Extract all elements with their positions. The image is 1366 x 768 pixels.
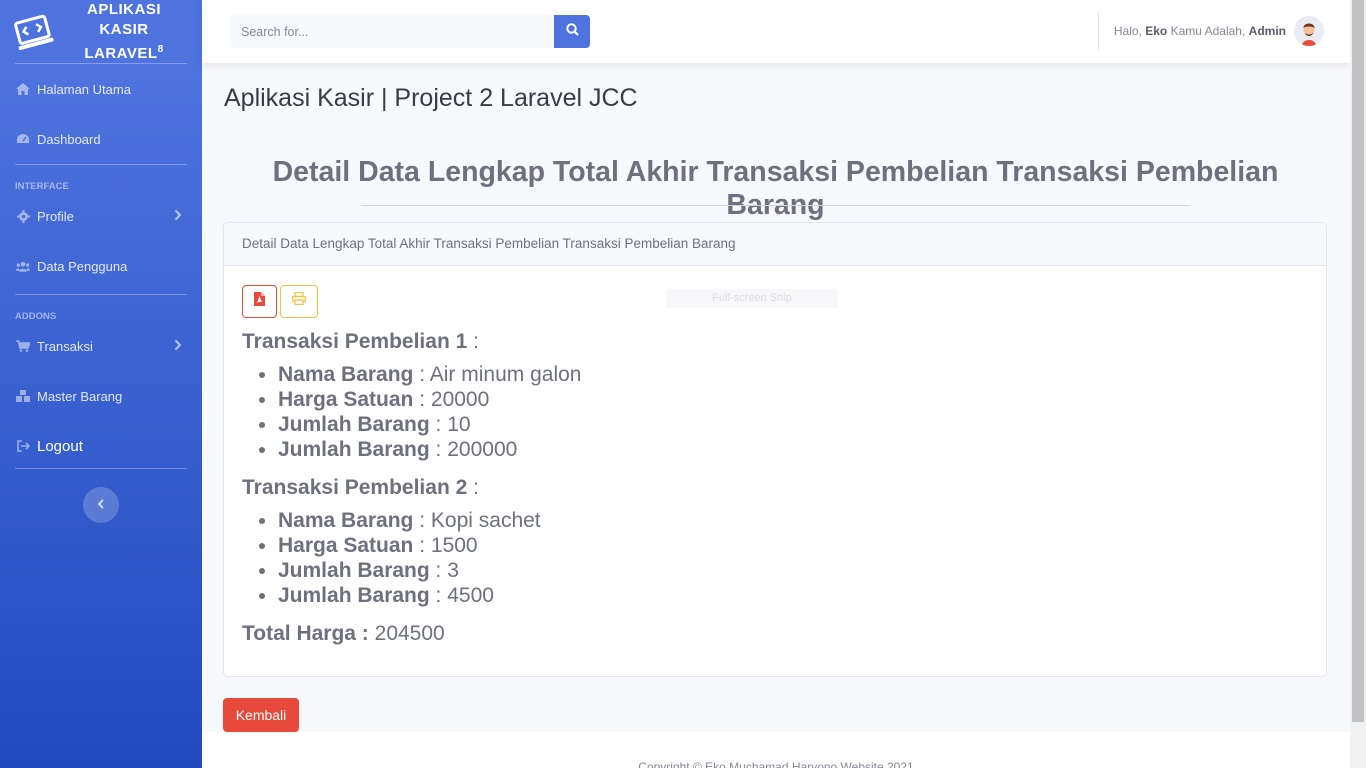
sidebar-item-master-barang[interactable]: Master Barang xyxy=(0,368,202,424)
transaction-detail-list: Nama Barang : Air minum galon Harga Satu… xyxy=(242,362,1308,462)
search-icon xyxy=(565,22,579,41)
sidebar-item-logout[interactable]: Logout xyxy=(0,424,202,468)
page-title: Aplikasi Kasir | Project 2 Laravel JCC xyxy=(224,84,638,112)
transaction-title: Transaksi Pembelian 2 : xyxy=(242,476,479,499)
sidebar-heading-addons: ADDONS xyxy=(15,311,57,322)
topbar: Halo, Eko Kamu Adalah, Admin xyxy=(202,0,1350,63)
sidebar-item-label: Halaman Utama xyxy=(37,81,131,97)
title-divider xyxy=(361,205,1189,206)
user-role: Admin xyxy=(1248,24,1286,38)
user-name: Eko xyxy=(1145,24,1168,38)
sidebar-item-transaksi[interactable]: Transaksi xyxy=(0,324,202,368)
copyright-text: Copyright © Eko Muchamad Haryono Website… xyxy=(638,760,914,768)
sign-out-icon xyxy=(16,439,30,453)
greeting-prefix: Halo, xyxy=(1113,24,1142,38)
file-pdf-icon xyxy=(254,291,265,311)
sidebar-item-label: Dashboard xyxy=(37,131,101,147)
total-price: Total Harga : 204500 xyxy=(242,622,445,645)
action-buttons: Full-screen Snip xyxy=(242,284,1308,318)
cart-icon xyxy=(16,339,30,353)
topbar-divider xyxy=(1098,12,1099,50)
list-item: Jumlah Barang : 4500 xyxy=(278,583,1308,608)
sidebar-toggle-button[interactable] xyxy=(83,487,119,523)
sidebar-divider xyxy=(15,468,187,469)
sidebar-item-label: Master Barang xyxy=(37,388,123,404)
list-item: Jumlah Barang : 10 xyxy=(278,412,1308,437)
sidebar-item-label: Data Pengguna xyxy=(37,258,128,274)
back-button[interactable]: Kembali xyxy=(223,698,299,732)
sidebar-item-halaman-utama[interactable]: Halaman Utama xyxy=(0,64,202,114)
card-header: Detail Data Lengkap Total Akhir Transaks… xyxy=(224,223,1326,266)
detail-card: Detail Data Lengkap Total Akhir Transaks… xyxy=(223,222,1327,677)
list-item: Jumlah Barang : 200000 xyxy=(278,437,1308,462)
avatar[interactable] xyxy=(1294,16,1324,46)
home-icon xyxy=(16,82,30,96)
laptop-code-icon xyxy=(14,12,54,52)
user-dropdown[interactable]: Halo, Eko Kamu Adalah, Admin xyxy=(1114,16,1324,46)
transaction-title: Transaksi Pembelian 1 : xyxy=(242,330,479,353)
detail-title: Detail Data Lengkap Total Akhir Transaks… xyxy=(272,156,1279,221)
transaction-detail-list: Nama Barang : Kopi sachet Harga Satuan :… xyxy=(242,508,1308,608)
sidebar-item-label: Profile xyxy=(37,208,74,224)
gear-icon xyxy=(16,209,30,223)
sidebar-item-profile[interactable]: Profile xyxy=(0,194,202,238)
footer: Copyright © Eko Muchamad Haryono Website… xyxy=(202,732,1350,768)
scrollbar-thumb[interactable] xyxy=(1352,0,1364,722)
cubes-icon xyxy=(16,389,30,403)
chevron-right-icon xyxy=(174,209,184,223)
sidebar: APLIKASI KASIR LARAVEL8 Halaman Utama Da… xyxy=(0,0,202,768)
sidebar-heading-interface: INTERFACE xyxy=(15,181,69,192)
export-pdf-button[interactable] xyxy=(242,284,277,318)
sidebar-item-label: Transaksi xyxy=(37,338,93,354)
brand-title: APLIKASI KASIR LARAVEL8 xyxy=(84,0,164,62)
page-scrollbar[interactable] xyxy=(1350,0,1366,768)
role-prefix: Kamu Adalah, xyxy=(1170,24,1246,38)
sidebar-item-data-pengguna[interactable]: Data Pengguna xyxy=(0,238,202,294)
print-button[interactable] xyxy=(280,284,318,318)
card-body: Full-screen Snip Transaksi Pembelian 1 :… xyxy=(224,266,1326,664)
list-item: Nama Barang : Air minum galon xyxy=(278,362,1308,387)
fullscreen-snip-overlay: Full-screen Snip xyxy=(666,289,838,308)
search-bar xyxy=(230,15,590,48)
list-item: Harga Satuan : 1500 xyxy=(278,533,1308,558)
sidebar-item-label: Logout xyxy=(37,437,83,455)
list-item: Harga Satuan : 20000 xyxy=(278,387,1308,412)
sidebar-item-dashboard[interactable]: Dashboard xyxy=(0,114,202,164)
chevron-left-icon xyxy=(97,496,105,514)
sidebar-brand[interactable]: APLIKASI KASIR LARAVEL8 xyxy=(0,0,202,63)
search-button[interactable] xyxy=(554,15,590,48)
list-item: Jumlah Barang : 3 xyxy=(278,558,1308,583)
chevron-right-icon xyxy=(174,339,184,353)
list-item: Nama Barang : Kopi sachet xyxy=(278,508,1308,533)
tachometer-icon xyxy=(16,132,30,146)
print-icon xyxy=(292,291,306,310)
users-icon xyxy=(16,259,30,273)
search-input[interactable] xyxy=(230,15,554,48)
